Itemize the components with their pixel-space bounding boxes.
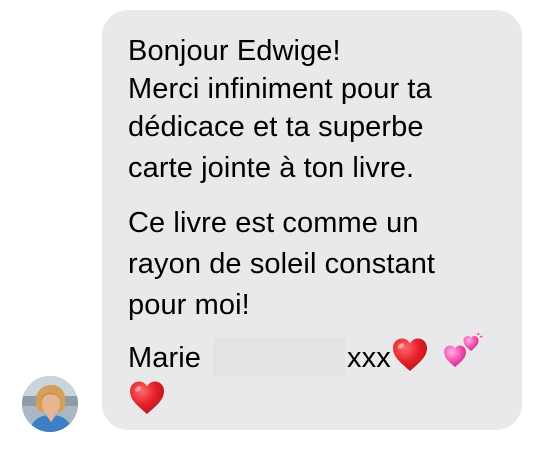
redacted-surname <box>213 338 346 376</box>
signature-line: Marie xxx <box>128 331 483 382</box>
message-line: rayon de soleil constant <box>128 248 436 280</box>
message-line: pour moi! <box>128 289 250 321</box>
message-line: dédicace et ta superbe <box>128 111 424 143</box>
signature-kisses: xxx <box>347 342 391 374</box>
messages-screen: Bonjour Edwige! Merci infiniment pour ta… <box>0 0 554 465</box>
two-hearts-icon <box>443 331 483 378</box>
trailing-heart-line <box>128 380 166 425</box>
message-line: Bonjour Edwige! <box>128 35 341 67</box>
red-heart-icon <box>128 380 166 425</box>
red-heart-icon <box>391 337 429 382</box>
incoming-message-bubble[interactable]: Bonjour Edwige! Merci infiniment pour ta… <box>102 10 522 430</box>
message-line: carte jointe à ton livre. <box>128 152 415 184</box>
sender-avatar[interactable] <box>22 376 78 432</box>
message-line: Merci infiniment pour ta <box>128 73 432 105</box>
person-photo-avatar <box>22 376 78 432</box>
message-line: Ce livre est comme un <box>128 207 419 239</box>
signature-name: Marie <box>128 342 202 374</box>
